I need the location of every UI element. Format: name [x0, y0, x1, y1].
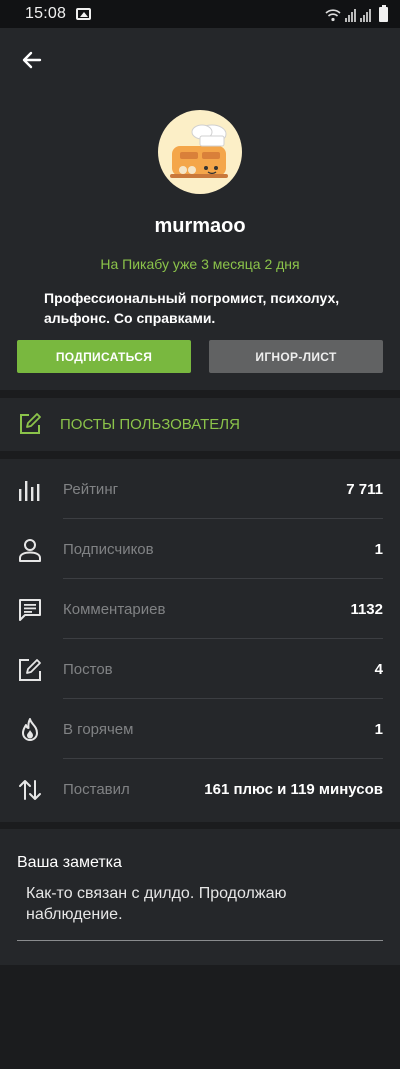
- username: murmaoo: [154, 215, 246, 237]
- stat-rating[interactable]: Рейтинг 7 711: [0, 459, 400, 519]
- battery-icon: [379, 5, 388, 22]
- person-icon: [19, 539, 41, 562]
- ignore-list-button[interactable]: ИГНОР-ЛИСТ: [209, 340, 383, 373]
- user-note: Ваша заметка Как-то связан с дилдо. Прод…: [0, 829, 400, 965]
- stat-label: Поставил: [63, 781, 130, 798]
- user-posts-link[interactable]: ПОСТЫ ПОЛЬЗОВАТЕЛЯ: [0, 398, 400, 451]
- toaster-chef-icon: [170, 124, 228, 178]
- stat-hot[interactable]: В горячем 1: [0, 699, 400, 759]
- avatar[interactable]: [158, 110, 242, 194]
- user-bio: Профессиональный погромист, психолух, ал…: [44, 290, 340, 326]
- signal-icon: [345, 8, 356, 22]
- stat-value: 1: [374, 721, 383, 738]
- stat-comments[interactable]: Комментариев 1132: [0, 579, 400, 639]
- stat-value: 1: [374, 541, 383, 558]
- stat-value: 161 плюс и 119 минусов: [204, 781, 383, 798]
- stat-label: Подписчиков: [63, 541, 154, 558]
- stat-votes-given[interactable]: Поставил 161 плюс и 119 минусов: [0, 759, 400, 819]
- subscribe-button[interactable]: ПОДПИСАТЬСЯ: [17, 340, 191, 373]
- bar-chart-icon: [19, 481, 40, 501]
- wifi-icon: [325, 9, 341, 22]
- stat-value: 4: [374, 661, 383, 678]
- stat-value: 7 711: [346, 481, 383, 498]
- member-since: На Пикабу уже 3 месяца 2 дня: [100, 256, 300, 272]
- stat-label: В горячем: [63, 721, 134, 738]
- stats-list: Рейтинг 7 711 Подписчиков 1 Комментариев…: [0, 459, 400, 822]
- status-bar: 15:08: [0, 0, 400, 28]
- edit-icon: [20, 413, 41, 434]
- gallery-notification-icon: [76, 8, 92, 20]
- stat-subscribers[interactable]: Подписчиков 1: [0, 519, 400, 579]
- status-indicators: [325, 5, 388, 22]
- note-input[interactable]: Как-то связан с дилдо. Продолжаю наблюде…: [26, 883, 366, 925]
- note-title: Ваша заметка: [17, 854, 122, 871]
- signal-icon: [360, 8, 371, 22]
- back-arrow-icon[interactable]: [18, 46, 46, 74]
- note-underline: [17, 940, 383, 941]
- stat-label: Рейтинг: [63, 481, 119, 498]
- swap-vertical-icon: [19, 780, 41, 800]
- stat-value: 1132: [350, 601, 383, 618]
- flame-icon: [22, 718, 38, 741]
- comment-icon: [19, 599, 41, 621]
- stat-posts[interactable]: Постов 4: [0, 639, 400, 699]
- stat-label: Комментариев: [63, 601, 166, 618]
- edit-icon: [19, 659, 41, 681]
- status-time: 15:08: [25, 5, 67, 22]
- stat-label: Постов: [63, 661, 113, 678]
- profile-header: murmaoo На Пикабу уже 3 месяца 2 дня Про…: [0, 28, 400, 390]
- user-posts-label: ПОСТЫ ПОЛЬЗОВАТЕЛЯ: [60, 416, 240, 433]
